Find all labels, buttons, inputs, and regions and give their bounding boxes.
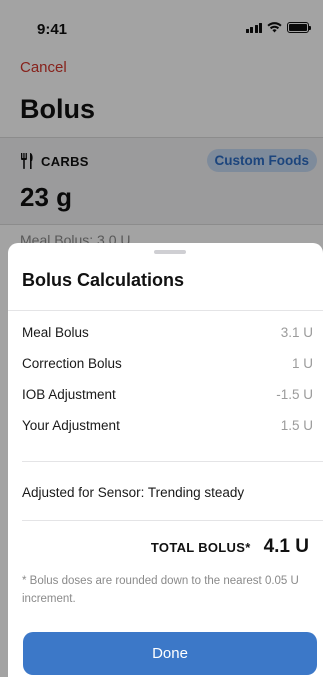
calc-label: Your Adjustment [22, 417, 120, 433]
sheet-grabber[interactable] [154, 250, 186, 254]
calc-label: Correction Bolus [22, 355, 122, 371]
calc-label: IOB Adjustment [22, 386, 116, 402]
sensor-adjustment-text: Adjusted for Sensor: Trending steady [22, 485, 245, 500]
calc-label: Meal Bolus [22, 324, 89, 340]
divider [8, 310, 323, 311]
total-bolus: TOTAL BOLUS* 4.1 U [151, 536, 309, 558]
total-bolus-value: 4.1 U [263, 536, 309, 557]
calc-row-meal-bolus: Meal Bolus 3.1 U [22, 323, 313, 341]
calc-value: 3.1 U [280, 324, 313, 340]
calc-row-correction-bolus: Correction Bolus 1 U [22, 354, 313, 372]
calc-value: 1 U [291, 355, 313, 371]
divider [22, 461, 323, 462]
calc-value: -1.5 U [276, 386, 313, 402]
calc-value: 1.5 U [280, 417, 313, 433]
rounding-footnote: * Bolus doses are rounded down to the ne… [22, 575, 299, 605]
divider [22, 520, 323, 521]
total-bolus-label: TOTAL BOLUS* [150, 540, 251, 555]
sheet-title: Bolus Calculations [22, 270, 185, 290]
done-button[interactable]: Done [23, 632, 317, 675]
calc-row-iob-adjustment: IOB Adjustment -1.5 U [22, 385, 313, 403]
calc-row-your-adjustment: Your Adjustment 1.5 U [22, 416, 313, 434]
bolus-calculations-sheet: Bolus Calculations Meal Bolus 3.1 U Corr… [8, 243, 323, 677]
